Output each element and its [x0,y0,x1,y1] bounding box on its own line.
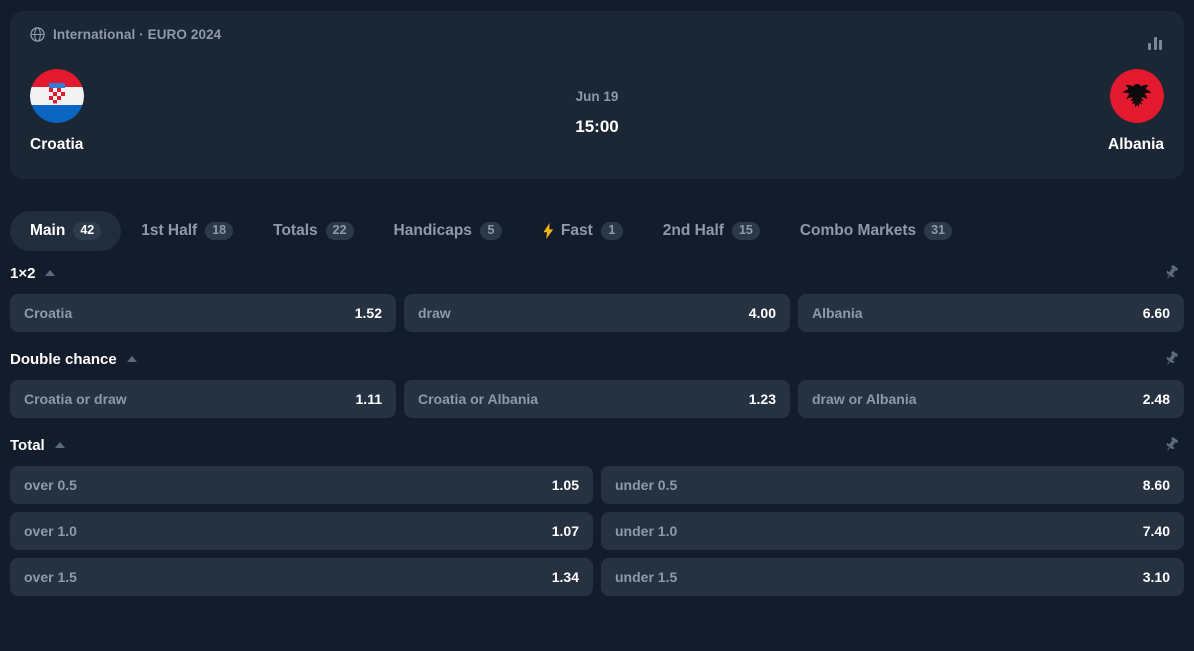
odds-value: 6.60 [1142,305,1170,321]
section-title: Double chance [10,350,117,368]
market-section-1x2: 1×2 Croatia 1.52 draw 4.00 Albania 6.60 [0,260,1194,332]
market-section-double-chance: Double chance Croatia or draw 1.11 Croat… [0,346,1194,418]
odds-label: over 1.0 [24,523,77,539]
odds-cell[interactable]: Croatia or Albania 1.23 [404,380,790,418]
albania-flag-icon [1110,69,1164,123]
tab-label: Main [30,222,66,239]
odds-label: Croatia [24,305,73,321]
odds-cell[interactable]: over 1.0 1.07 [10,512,593,550]
tab-count-badge: 1 [600,222,623,240]
stats-bar [1159,40,1162,50]
odds-row: over 1.0 1.07 under 1.0 7.40 [0,512,1194,550]
odds-cell[interactable]: draw 4.00 [404,294,790,332]
odds-row: over 0.5 1.05 under 0.5 8.60 [0,466,1194,504]
section-header: Double chance [0,346,1194,372]
match-time: 15:00 [575,117,619,136]
odds-label: draw [418,305,451,321]
odds-label: under 1.0 [615,523,678,539]
odds-label: under 0.5 [615,477,678,493]
odds-value: 3.10 [1142,569,1170,585]
odds-row: Croatia 1.52 draw 4.00 Albania 6.60 [0,294,1194,332]
section-title: 1×2 [10,264,36,282]
caret-up-icon[interactable] [117,353,138,365]
bar-chart-icon[interactable] [1148,36,1164,50]
caret-up-icon[interactable] [35,267,56,279]
odds-cell[interactable]: draw or Albania 2.48 [798,380,1184,418]
tab-count-badge: 15 [731,222,760,240]
league-name: International · EURO 2024 [53,27,222,42]
odds-value: 1.05 [551,477,579,493]
odds-value: 1.11 [355,391,382,407]
odds-cell[interactable]: Croatia 1.52 [10,294,396,332]
match-header-card: International · EURO 2024 Croatia Jun 19… [10,11,1184,179]
market-section-total: Total over 0.5 1.05 under 0.5 8.60 over … [0,432,1194,596]
odds-label: Croatia or draw [24,391,127,407]
odds-label: under 1.5 [615,569,678,585]
odds-value: 1.34 [551,569,579,585]
tab-label: Combo Markets [799,222,917,239]
odds-value: 2.48 [1142,391,1170,407]
tab-count-badge: 5 [479,222,502,240]
tab-label: 2nd Half [662,222,724,239]
lightning-bolt-icon [542,223,554,239]
away-team-name: Albania [1108,136,1164,153]
tab-label: Totals [273,222,318,239]
tab-combo-markets[interactable]: Combo Markets 31 [780,211,972,251]
odds-cell[interactable]: over 0.5 1.05 [10,466,593,504]
tab-fast[interactable]: Fast 1 [522,211,643,251]
section-header: Total [0,432,1194,458]
tab-handicaps[interactable]: Handicaps 5 [374,211,522,251]
stats-bar [1153,37,1157,50]
tab-count-badge: 22 [325,222,354,240]
stats-bar [1148,43,1151,50]
odds-row: Croatia or draw 1.11 Croatia or Albania … [0,380,1194,418]
tab-count-badge: 31 [924,222,953,240]
odds-value: 4.00 [748,305,776,321]
tab-main[interactable]: Main 42 [10,211,122,251]
odds-cell[interactable]: Croatia or draw 1.11 [10,380,396,418]
odds-label: draw or Albania [812,391,917,407]
section-title: Total [10,436,45,454]
tab-label: Handicaps [393,222,472,239]
odds-row: over 1.5 1.34 under 1.5 3.10 [0,558,1194,596]
odds-label: Croatia or Albania [418,391,539,407]
tab-count-badge: 42 [73,222,102,240]
globe-icon [30,27,45,42]
match-date: Jun 19 [575,89,619,104]
tab-1st-half[interactable]: 1st Half 18 [121,211,253,251]
section-header: 1×2 [0,260,1194,286]
odds-value: 8.60 [1142,477,1170,493]
caret-up-icon[interactable] [45,439,66,451]
tab-totals[interactable]: Totals 22 [253,211,373,251]
odds-cell[interactable]: under 1.0 7.40 [601,512,1184,550]
markets-list: 1×2 Croatia 1.52 draw 4.00 Albania 6.60 … [0,260,1194,610]
away-team[interactable]: Albania [1108,69,1164,154]
odds-value: 1.07 [551,523,579,539]
home-team-name: Croatia [30,136,84,153]
odds-value: 1.52 [354,305,382,321]
tab-label: Fast [560,222,593,239]
odds-cell[interactable]: under 0.5 8.60 [601,466,1184,504]
odds-label: over 1.5 [24,569,77,585]
market-tabs: Main 42 1st Half 18 Totals 22 Handicaps … [10,210,1184,252]
tab-label: 1st Half [141,222,198,239]
odds-cell[interactable]: under 1.5 3.10 [601,558,1184,596]
tab-count-badge: 18 [205,222,234,240]
odds-value: 7.40 [1142,523,1170,539]
odds-label: Albania [812,305,863,321]
kickoff-info: Jun 19 15:00 [10,89,1184,137]
odds-cell[interactable]: Albania 6.60 [798,294,1184,332]
breadcrumb[interactable]: International · EURO 2024 [30,27,221,42]
odds-value: 1.23 [748,391,776,407]
odds-label: over 0.5 [24,477,77,493]
tab-2nd-half[interactable]: 2nd Half 15 [643,211,780,251]
odds-cell[interactable]: over 1.5 1.34 [10,558,593,596]
